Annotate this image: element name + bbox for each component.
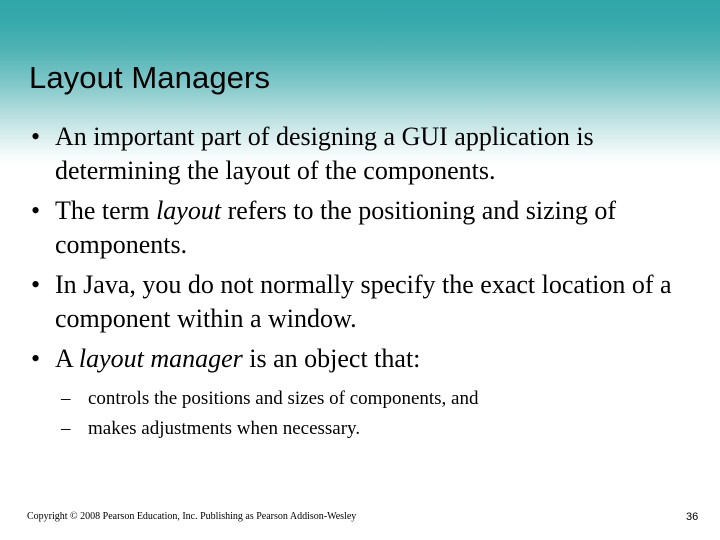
bullet-text-pre: The term — [55, 196, 157, 225]
bullet-text: In Java, you do not normally specify the… — [55, 270, 672, 333]
bullet-item: • A layout manager is an object that: — [0, 342, 720, 376]
bullet-text: An important part of designing a GUI app… — [55, 122, 594, 185]
bullet-text: A layout manager is an object that: — [55, 344, 420, 373]
bullet-item: • An important part of designing a GUI a… — [0, 120, 720, 188]
copyright-notice: Copyright © 2008 Pearson Education, Inc.… — [27, 511, 357, 522]
bullet-text-pre: In Java, you do not normally specify the… — [55, 270, 672, 333]
bullet-point-icon: • — [31, 196, 41, 225]
sub-bullet-list: – controls the positions and sizes of co… — [0, 384, 720, 443]
bullet-point-icon: • — [31, 122, 41, 151]
slide-body: • An important part of designing a GUI a… — [0, 120, 720, 444]
dash-bullet-icon: – — [61, 388, 71, 409]
sub-bullet-item: – makes adjustments when necessary. — [0, 414, 720, 443]
bullet-text-pre: A — [55, 344, 79, 373]
bullet-text: The term layout refers to the positionin… — [55, 196, 616, 259]
dash-bullet-icon: – — [61, 418, 71, 439]
slide-title: Layout Managers — [29, 60, 271, 95]
bullet-text-italic: layout manager — [78, 344, 243, 373]
slide-page-number: 36 — [686, 511, 699, 523]
bullet-point-icon: • — [31, 344, 41, 373]
sub-bullet-text: makes adjustments when necessary. — [88, 418, 361, 439]
sub-bullet-text: controls the positions and sizes of comp… — [88, 388, 479, 409]
bullet-text-post: is an object that: — [242, 344, 421, 373]
sub-bullet-item: – controls the positions and sizes of co… — [0, 384, 720, 413]
bullet-item: • In Java, you do not normally specify t… — [0, 268, 720, 336]
bullet-text-pre: An important part of designing a GUI app… — [55, 122, 594, 185]
bullet-item: • The term layout refers to the position… — [0, 194, 720, 262]
presentation-slide: Layout Managers • An important part of d… — [0, 0, 720, 540]
bullet-text-italic: layout — [156, 196, 222, 225]
bullet-point-icon: • — [31, 270, 41, 299]
